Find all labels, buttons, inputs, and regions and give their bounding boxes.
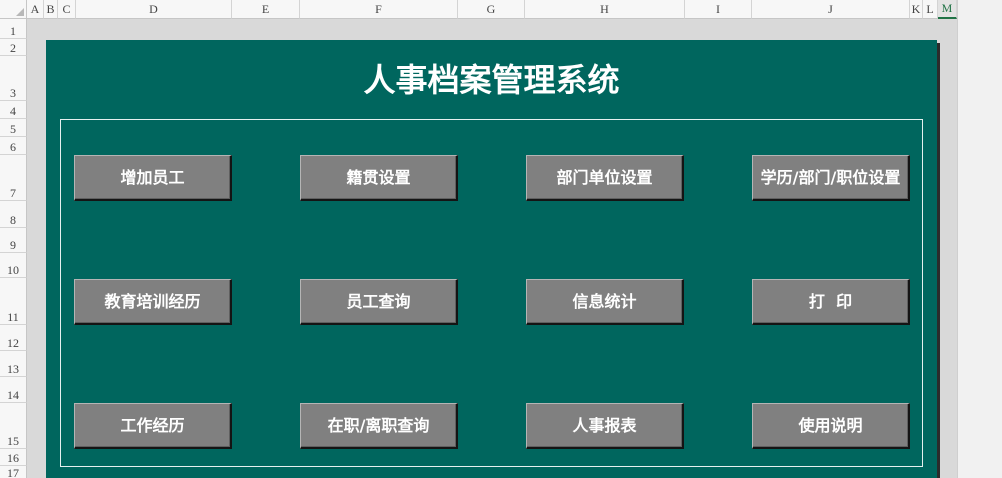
row-header-6[interactable]: 6 [0, 137, 27, 155]
row-header-bar: 1 2 3 4 5 6 7 8 9 10 11 12 13 14 15 16 1… [0, 19, 27, 478]
column-header-f[interactable]: F [300, 0, 458, 19]
row-header-12[interactable]: 12 [0, 325, 27, 351]
dashboard-panel: 人事档案管理系统 增加员工 籍贯设置 部门单位设置 学历/部门/职位设置 教育培… [46, 40, 937, 478]
department-unit-settings-button[interactable]: 部门单位设置 [526, 155, 684, 201]
column-header-m[interactable]: M [938, 0, 957, 19]
column-header-l[interactable]: L [923, 0, 938, 19]
column-header-bar: A B C D E F G H I J K L M [0, 0, 957, 19]
row-header-14[interactable]: 14 [0, 377, 27, 403]
education-department-position-settings-button[interactable]: 学历/部门/职位设置 [752, 155, 910, 201]
add-employee-button[interactable]: 增加员工 [74, 155, 232, 201]
information-statistics-button[interactable]: 信息统计 [526, 279, 684, 325]
column-header-i[interactable]: I [685, 0, 752, 19]
select-all-corner[interactable] [0, 0, 27, 19]
row-header-1[interactable]: 1 [0, 19, 27, 39]
row-header-2[interactable]: 2 [0, 39, 27, 56]
print-button[interactable]: 打 印 [752, 279, 910, 325]
employment-status-query-button[interactable]: 在职/离职查询 [300, 403, 458, 449]
column-header-a[interactable]: A [27, 0, 44, 19]
column-header-g[interactable]: G [458, 0, 525, 19]
employee-query-button[interactable]: 员工查询 [300, 279, 458, 325]
row-header-10[interactable]: 10 [0, 253, 27, 278]
column-header-b[interactable]: B [44, 0, 58, 19]
excel-window: A B C D E F G H I J K L M 1 2 3 4 5 6 7 … [0, 0, 1002, 478]
hr-report-button[interactable]: 人事报表 [526, 403, 684, 449]
panel-shadow [937, 43, 940, 478]
row-header-9[interactable]: 9 [0, 228, 27, 253]
work-history-button[interactable]: 工作经历 [74, 403, 232, 449]
row-header-5[interactable]: 5 [0, 119, 27, 137]
column-header-j[interactable]: J [752, 0, 910, 19]
row-header-13[interactable]: 13 [0, 351, 27, 377]
row-header-15[interactable]: 15 [0, 403, 27, 449]
user-guide-button[interactable]: 使用说明 [752, 403, 910, 449]
column-header-c[interactable]: C [58, 0, 76, 19]
column-header-d[interactable]: D [76, 0, 232, 19]
row-header-4[interactable]: 4 [0, 101, 27, 119]
row-header-3[interactable]: 3 [0, 56, 27, 101]
select-all-triangle-icon [16, 8, 24, 16]
column-header-h[interactable]: H [525, 0, 685, 19]
dashboard-title: 人事档案管理系统 [363, 61, 620, 99]
row-header-17[interactable]: 17 [0, 466, 27, 478]
row-header-8[interactable]: 8 [0, 201, 27, 228]
row-header-16[interactable]: 16 [0, 449, 27, 466]
column-header-k[interactable]: K [910, 0, 923, 19]
row-header-7[interactable]: 7 [0, 155, 27, 201]
native-place-settings-button[interactable]: 籍贯设置 [300, 155, 458, 201]
education-training-history-button[interactable]: 教育培训经历 [74, 279, 232, 325]
row-header-11[interactable]: 11 [0, 278, 27, 325]
column-header-e[interactable]: E [232, 0, 300, 19]
sheet-outside-area [957, 0, 1002, 478]
